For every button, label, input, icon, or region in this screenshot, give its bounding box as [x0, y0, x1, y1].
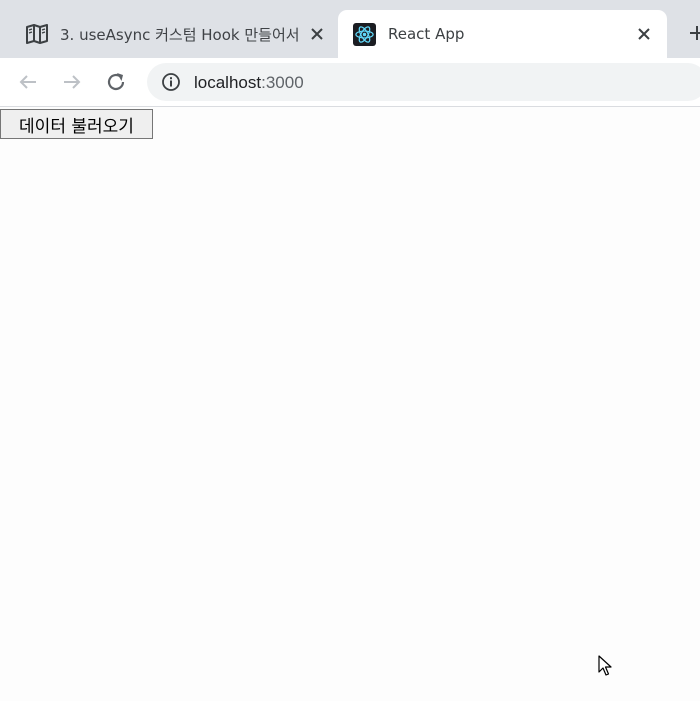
browser-toolbar: localhost:3000 [0, 58, 700, 107]
close-icon[interactable] [306, 23, 328, 45]
tab-react-app[interactable]: React App [338, 10, 667, 58]
load-data-button[interactable]: 데이터 불러오기 [0, 109, 153, 139]
url-port: :3000 [261, 73, 304, 92]
forward-arrow-icon[interactable] [57, 67, 87, 97]
tab-title: 3. useAsync 커스텀 Hook 만들어서 [60, 25, 300, 44]
mouse-cursor-icon [598, 655, 612, 677]
plus-icon[interactable] [686, 22, 700, 44]
book-icon [25, 23, 48, 46]
back-arrow-icon[interactable] [13, 67, 43, 97]
tab-useasync[interactable]: 3. useAsync 커스텀 Hook 만들어서 [0, 10, 336, 58]
tab-title: React App [388, 25, 465, 43]
page-content: 데이터 불러오기 [0, 107, 700, 701]
reload-icon[interactable] [101, 67, 131, 97]
close-icon[interactable] [633, 23, 655, 45]
react-icon [353, 22, 376, 46]
url-text: localhost:3000 [194, 73, 304, 93]
info-icon[interactable] [161, 72, 181, 92]
url-host: localhost [194, 73, 262, 92]
tab-strip: 3. useAsync 커스텀 Hook 만들어서 React App [0, 0, 700, 58]
address-bar[interactable]: localhost:3000 [147, 63, 700, 101]
